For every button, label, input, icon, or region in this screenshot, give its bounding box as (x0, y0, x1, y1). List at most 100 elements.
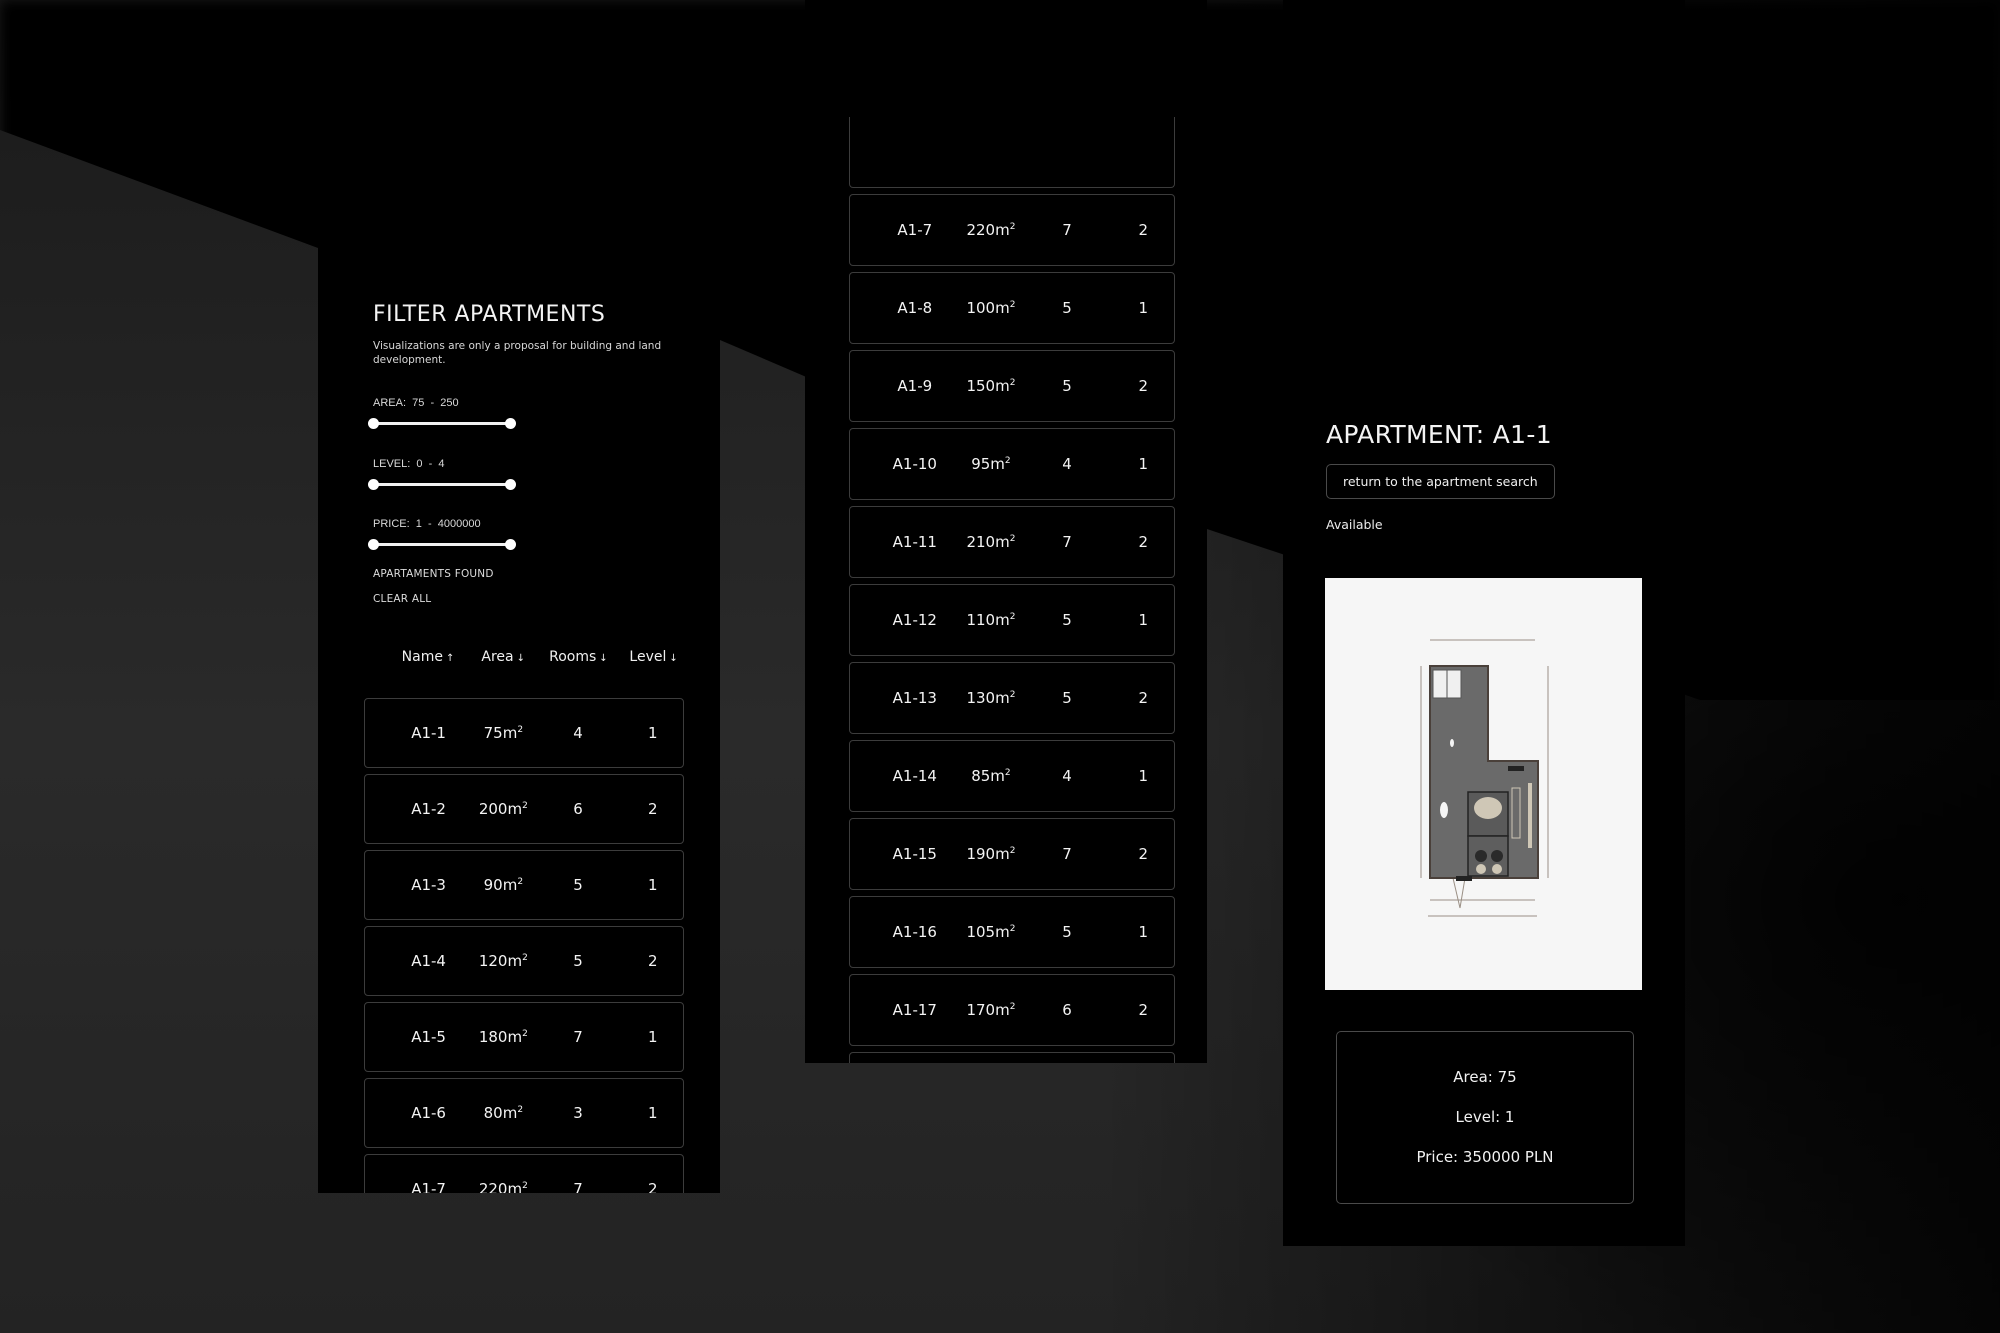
area-exponent: 2 (1009, 612, 1016, 622)
area-info: Area: 75 (1453, 1068, 1517, 1086)
apartment-level: 2 (648, 800, 658, 818)
area-exponent: 2 (1009, 1002, 1016, 1012)
clear-all-button[interactable]: CLEAR ALL (373, 593, 431, 605)
table-row[interactable]: A1-13 130m2 5 2 (849, 662, 1175, 734)
area-max-handle[interactable] (505, 418, 516, 429)
table-row[interactable]: A1-4 120m2 5 2 (364, 926, 684, 996)
apartment-level: 2 (1138, 1001, 1148, 1019)
table-row[interactable]: A1-5 180m2 7 1 (364, 1002, 684, 1072)
table-row[interactable]: A1-17 170m2 6 2 (849, 974, 1175, 1046)
return-to-search-button[interactable]: return to the apartment search (1326, 464, 1555, 499)
area-range-slider[interactable] (368, 418, 516, 429)
table-row[interactable]: A1-12 110m2 5 1 (849, 584, 1175, 656)
table-row[interactable]: A1-6 80m2 3 1 (364, 1078, 684, 1148)
level-info: Level: 1 (1455, 1108, 1515, 1126)
apartment-level: 1 (648, 876, 658, 894)
apartment-area: 95m2 (971, 455, 1011, 473)
apartment-name: A1-10 (892, 455, 937, 473)
apartment-name: A1-9 (897, 377, 933, 395)
apartment-level: 2 (648, 1180, 658, 1193)
area-exponent: 2 (1009, 300, 1016, 310)
apartment-name: A1-4 (411, 952, 446, 970)
apartment-rooms: 7 (573, 1028, 583, 1046)
table-row[interactable]: A1-18115m251 (849, 1052, 1175, 1063)
apartment-name: A1-2 (411, 800, 446, 818)
sort-desc-icon: ↓ (669, 653, 678, 664)
apartment-name: A1-11 (892, 533, 937, 551)
area-exponent: 2 (522, 953, 528, 963)
sort-level-button[interactable]: Level ↓ (629, 649, 677, 665)
apartment-level: 2 (1138, 689, 1148, 707)
apartment-rooms: 5 (1062, 611, 1072, 629)
apartment-area: 180m2 (478, 1028, 528, 1046)
apartment-area: 120m2 (478, 952, 528, 970)
area-exponent: 2 (1009, 534, 1016, 544)
apartment-area: 80m2 (483, 1104, 524, 1122)
table-row[interactable] (849, 117, 1175, 188)
apartment-area: 220m2 (966, 221, 1016, 239)
apartment-level: 2 (1138, 221, 1148, 239)
filter-panel: FILTER APARTMENTS Visualizations are onl… (318, 248, 720, 1193)
apartment-area: 220m2 (478, 1180, 528, 1193)
filter-title: FILTER APARTMENTS (373, 302, 606, 327)
apartment-rooms: 5 (1062, 299, 1072, 317)
sort-rooms-button[interactable]: Rooms ↓ (549, 649, 608, 665)
apartment-rooms: 4 (1062, 455, 1072, 473)
level-max-handle[interactable] (505, 479, 516, 490)
apartment-name: A1-12 (892, 611, 937, 629)
level-min-handle[interactable] (368, 479, 379, 490)
table-row[interactable]: A1-14 85m2 4 1 (849, 740, 1175, 812)
apartment-area: 170m2 (966, 1001, 1016, 1019)
area-range-label: AREA: 75 - 250 (373, 397, 459, 409)
table-row[interactable]: A1-8 100m2 5 1 (849, 272, 1175, 344)
table-row[interactable]: A1-1 75m2 4 1 (364, 698, 684, 768)
table-row[interactable]: A1-7 220m2 7 2 (849, 194, 1175, 266)
apartment-list: A1-1 75m2 4 1 A1-2 200m2 6 2 A1-3 90m2 5 1 A1-4 120m2… (364, 698, 684, 1193)
table-row[interactable]: A1-16 105m2 5 1 (849, 896, 1175, 968)
table-row[interactable]: A1-7 220m2 7 2 (364, 1154, 684, 1193)
apartment-area: 110m2 (966, 611, 1016, 629)
table-row[interactable]: A1-15 190m2 7 2 (849, 818, 1175, 890)
floor-plan-image (1325, 578, 1642, 990)
apartment-name: A1-7 (411, 1180, 446, 1193)
apartment-name: A1-17 (892, 1001, 937, 1019)
apartment-area: 75m2 (483, 724, 524, 742)
sort-area-button[interactable]: Area ↓ (481, 649, 525, 665)
apartment-rooms: 5 (573, 952, 583, 970)
apartment-name: A1-16 (892, 923, 937, 941)
area-exponent: 2 (522, 801, 528, 811)
apartment-rooms: 4 (1062, 767, 1072, 785)
table-row[interactable]: A1-11 210m2 7 2 (849, 506, 1175, 578)
apartment-title: APARTMENT: A1-1 (1326, 420, 1552, 449)
table-row[interactable]: A1-2 200m2 6 2 (364, 774, 684, 844)
apartment-level: 2 (1138, 845, 1148, 863)
apartment-detail-panel: APARTMENT: A1-1 return to the apartment … (1283, 0, 1685, 1246)
apartment-level: 2 (1138, 377, 1148, 395)
apartment-area: 190m2 (966, 845, 1016, 863)
area-exponent: 2 (1009, 690, 1016, 700)
price-range-slider[interactable] (368, 539, 516, 550)
apartment-info-box: Area: 75 Level: 1 Price: 350000 PLN (1336, 1031, 1634, 1204)
area-exponent: 2 (1004, 456, 1011, 466)
apartment-level: 2 (1138, 533, 1148, 551)
apartment-rooms: 6 (573, 800, 583, 818)
apartment-rooms: 6 (1062, 1001, 1072, 1019)
apartment-rooms: 5 (1062, 377, 1072, 395)
apartment-level: 1 (648, 1104, 658, 1122)
apartment-rooms: 5 (573, 876, 583, 894)
apartment-list: A1-7 220m2 7 2 A1-8 100m2 5 1 A1-9 150m2 5 2 A1-10 95… (849, 117, 1175, 1063)
apartment-name: A1-1 (411, 724, 446, 742)
column-rooms-label: Rooms (549, 649, 597, 665)
apartment-rooms: 7 (1062, 845, 1072, 863)
price-max-handle[interactable] (505, 539, 516, 550)
apartment-area: 130m2 (966, 689, 1016, 707)
table-row[interactable]: A1-3 90m2 5 1 (364, 850, 684, 920)
sort-name-button[interactable]: Name ↑ (402, 649, 455, 665)
price-min-handle[interactable] (368, 539, 379, 550)
level-range-slider[interactable] (368, 479, 516, 490)
apartment-name: A1-6 (411, 1104, 446, 1122)
area-min-handle[interactable] (368, 418, 379, 429)
table-row[interactable]: A1-9 150m2 5 2 (849, 350, 1175, 422)
table-row[interactable]: A1-10 95m2 4 1 (849, 428, 1175, 500)
apartment-rooms: 7 (1062, 221, 1072, 239)
